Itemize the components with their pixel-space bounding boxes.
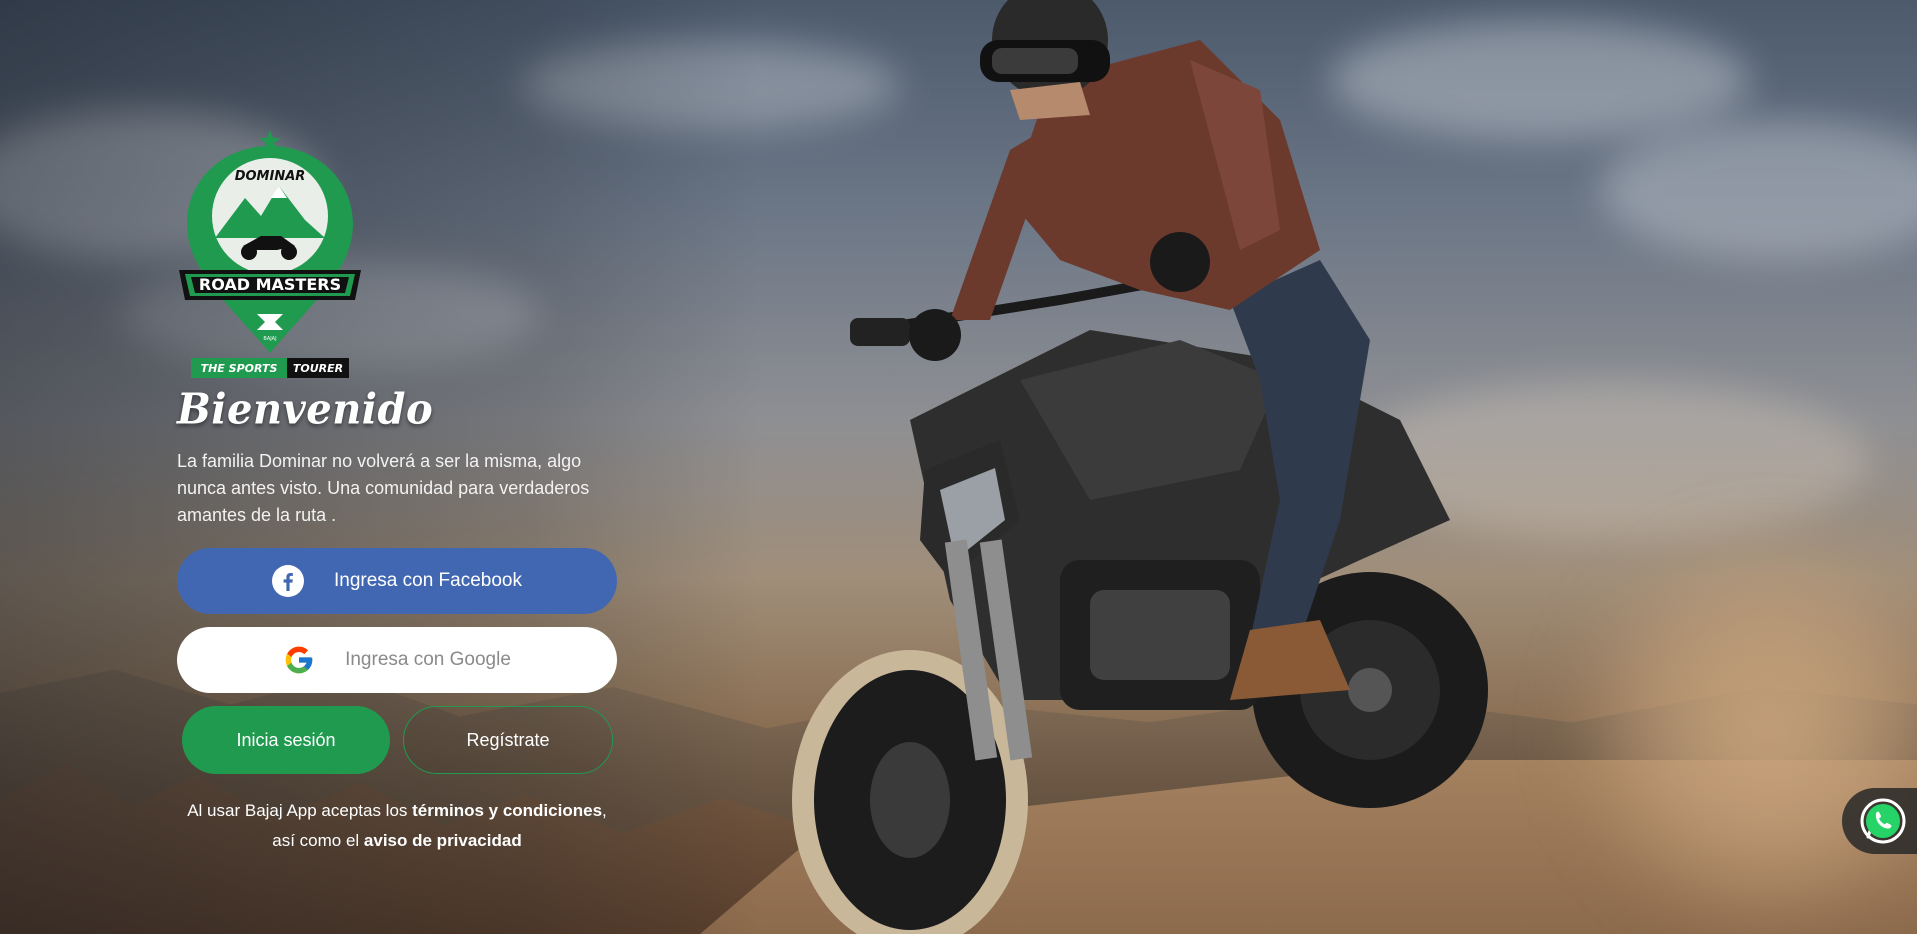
svg-text:TOURER: TOURER — [293, 362, 343, 375]
legal-prefix: Al usar Bajaj App aceptas los — [187, 801, 413, 820]
welcome-title: Bienvenido — [177, 384, 434, 435]
rider-motorcycle-illustration — [792, 0, 1488, 934]
facebook-icon — [271, 565, 304, 597]
whatsapp-icon — [1860, 798, 1906, 844]
terms-link[interactable]: términos y condiciones — [412, 801, 602, 820]
google-login-label: Ingresa con Google — [345, 649, 511, 670]
google-icon — [283, 644, 315, 676]
facebook-login-label: Ingresa con Facebook — [333, 570, 522, 591]
hero-rider-image — [760, 0, 1540, 934]
login-page: DOMINAR ROAD MASTERS BAJAJ THE SPORTS TO… — [0, 0, 1917, 934]
svg-text:BAJAJ: BAJAJ — [263, 336, 276, 342]
whatsapp-button[interactable] — [1842, 788, 1917, 854]
privacy-link[interactable]: aviso de privacidad — [364, 831, 522, 850]
login-button[interactable]: Inicia sesión — [182, 706, 390, 774]
svg-text:DOMINAR: DOMINAR — [235, 169, 306, 184]
welcome-intro-text: La familia Dominar no volverá a ser la m… — [177, 451, 590, 525]
register-button[interactable]: Regístrate — [403, 706, 613, 774]
cloud — [1600, 120, 1917, 260]
svg-text:THE SPORTS: THE SPORTS — [201, 362, 278, 375]
road-masters-logo: DOMINAR ROAD MASTERS BAJAJ THE SPORTS TO… — [177, 128, 363, 380]
svg-text:ROAD MASTERS: ROAD MASTERS — [199, 275, 341, 294]
legal-notice: Al usar Bajaj App aceptas los términos y… — [177, 796, 617, 856]
google-login-button[interactable]: Ingresa con Google — [177, 627, 617, 693]
facebook-login-button[interactable]: Ingresa con Facebook — [177, 548, 617, 614]
